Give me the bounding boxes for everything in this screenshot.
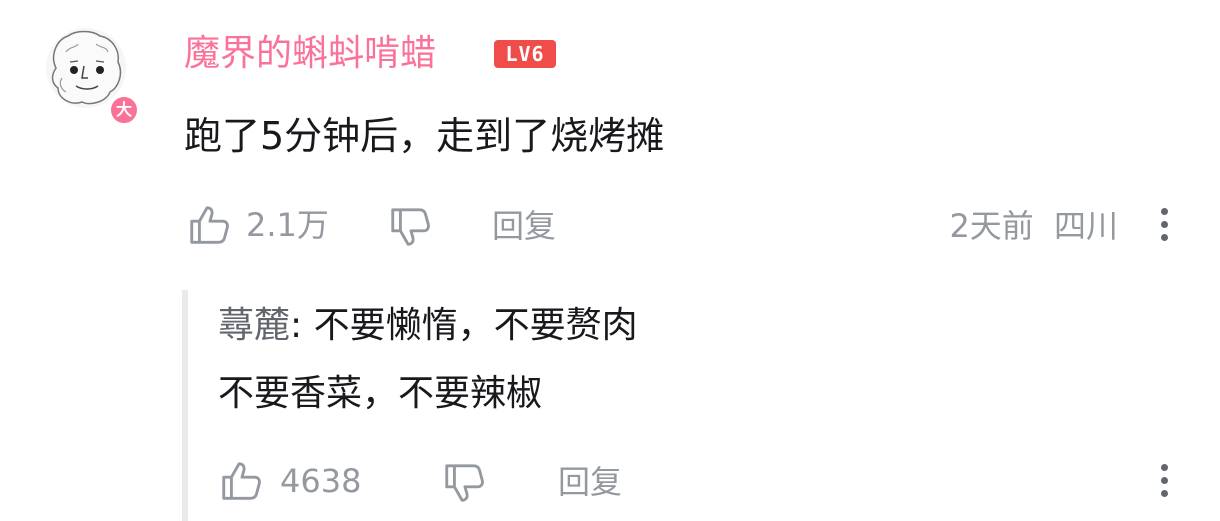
level-badge: LV6 [494, 40, 556, 68]
dislike-button[interactable] [386, 204, 434, 250]
like-count: 2.1万 [246, 206, 329, 244]
reply-author[interactable]: 蕁麓 [218, 305, 290, 346]
thumbs-up-icon [190, 206, 229, 244]
comment-text: 跑了5分钟后，走到了烧烤摊 [184, 114, 665, 158]
reply-text-2: 不要香菜，不要辣椒 [218, 373, 543, 414]
comment-meta: 2天前 四川 [949, 204, 1118, 248]
reply-like-count: 4638 [280, 462, 362, 500]
username[interactable]: 魔界的蝌蚪啃蜡 [184, 30, 436, 78]
reply-line-1: 蕁麓: 不要懒惰，不要赘肉 [218, 300, 638, 352]
thumbs-up-icon [222, 462, 261, 500]
comment-location: 四川 [1053, 207, 1118, 245]
thumbs-down-icon [445, 464, 484, 502]
comment-time: 2天前 [949, 207, 1034, 245]
reply-dislike-button[interactable] [440, 460, 488, 506]
reply-text-1: : 不要懒惰，不要赘肉 [290, 305, 638, 346]
reply-like-button[interactable]: 4638 [218, 458, 361, 504]
thumbs-down-icon [391, 208, 430, 246]
reply-reply-button[interactable]: 回复 [558, 460, 622, 504]
avatar-badge: 大 [108, 94, 140, 126]
reply-more-options-button[interactable] [1157, 464, 1171, 497]
more-options-button[interactable] [1157, 208, 1171, 241]
like-button[interactable]: 2.1万 [186, 202, 329, 248]
reply-button[interactable]: 回复 [492, 204, 556, 248]
